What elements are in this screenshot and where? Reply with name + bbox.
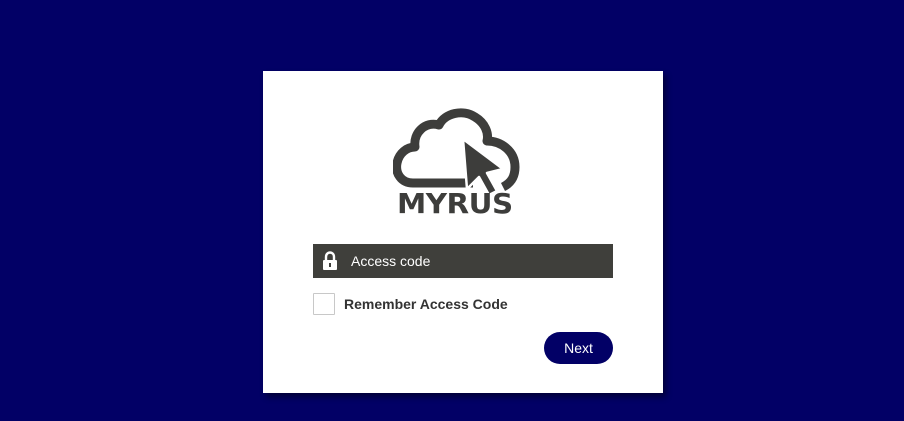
remember-label[interactable]: Remember Access Code [344,296,508,312]
lock-icon [316,244,344,278]
access-code-input[interactable] [344,245,613,277]
remember-access-code[interactable]: Remember Access Code [313,293,508,315]
logo-text: MYRUS [397,187,513,220]
login-card: MYRUS Remember Access Code Next [263,71,663,393]
remember-checkbox[interactable] [313,293,335,315]
next-button[interactable]: Next [544,332,613,364]
access-code-field[interactable] [313,244,613,278]
